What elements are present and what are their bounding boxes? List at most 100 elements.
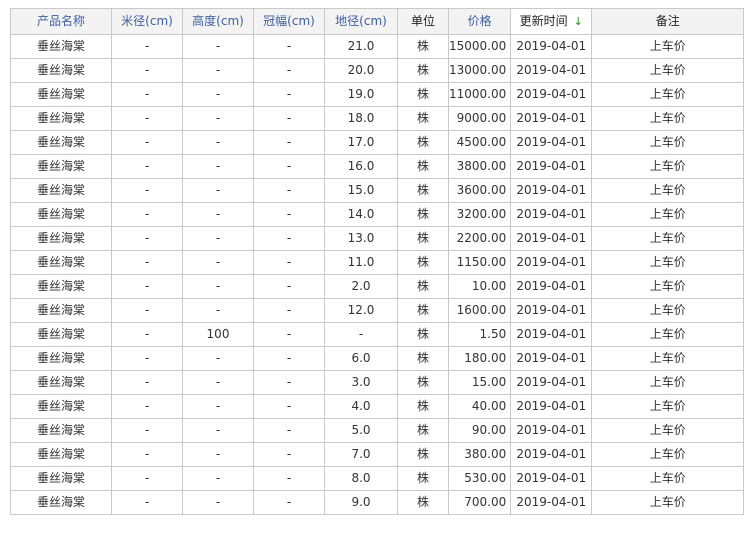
table-body: 垂丝海棠 - - -21.0 株 15000.00 2019-04-01 上车价 垂丝海棠 - - -…	[10, 34, 745, 515]
table-row[interactable]: 垂丝海棠 - - -14.0 株 3200.00 2019-04-01 上车价	[10, 202, 745, 227]
header-price[interactable]: 价格	[447, 8, 512, 35]
cell-remarks: 上车价	[591, 130, 745, 155]
cell-meter-diameter: -	[111, 370, 183, 395]
cell-unit: 株	[397, 274, 449, 299]
header-ground-diameter[interactable]: 地径(cm)	[324, 8, 398, 35]
cell-crown-width: -	[253, 346, 325, 371]
cell-ground-diameter: 16.0	[324, 154, 398, 179]
cell-meter-diameter: -	[111, 274, 183, 299]
cell-ground-diameter: 6.0	[324, 346, 398, 371]
cell-crown-width: -	[253, 106, 325, 131]
price-table-container: 产品名称 米径(cm) 高度(cm) 冠幅(cm) 地径(cm) 单位 价格 更…	[10, 8, 745, 515]
cell-update-time: 2019-04-01	[510, 490, 593, 515]
cell-product-name: 垂丝海棠	[10, 298, 112, 323]
header-meter-diameter[interactable]: 米径(cm)	[111, 8, 183, 35]
cell-ground-diameter: -	[324, 322, 398, 347]
cell-unit: 株	[397, 202, 449, 227]
cell-unit: 株	[397, 34, 449, 59]
cell-crown-width: -	[253, 418, 325, 443]
cell-remarks: 上车价	[591, 106, 745, 131]
cell-remarks: 上车价	[591, 442, 745, 467]
table-row[interactable]: 垂丝海棠 - - -15.0 株 3600.00 2019-04-01 上车价	[10, 178, 745, 203]
table-row[interactable]: 垂丝海棠 - - -2.0 株 10.00 2019-04-01 上车价	[10, 274, 745, 299]
cell-update-time: 2019-04-01	[510, 274, 593, 299]
cell-price: 4500.00	[447, 130, 512, 155]
cell-unit: 株	[397, 466, 449, 491]
cell-height: -	[182, 106, 254, 131]
table-row[interactable]: 垂丝海棠 - - -20.0 株 13000.00 2019-04-01 上车价	[10, 58, 745, 83]
cell-price: 2200.00	[447, 226, 512, 251]
table-row[interactable]: 垂丝海棠 - - -17.0 株 4500.00 2019-04-01 上车价	[10, 130, 745, 155]
cell-product-name: 垂丝海棠	[10, 154, 112, 179]
cell-product-name: 垂丝海棠	[10, 58, 112, 83]
cell-crown-width: -	[253, 34, 325, 59]
cell-update-time: 2019-04-01	[510, 418, 593, 443]
cell-meter-diameter: -	[111, 154, 183, 179]
cell-price: 530.00	[447, 466, 512, 491]
cell-unit: 株	[397, 394, 449, 419]
table-row[interactable]: 垂丝海棠 - - -3.0 株 15.00 2019-04-01 上车价	[10, 370, 745, 395]
table-row[interactable]: 垂丝海棠 - - -4.0 株 40.00 2019-04-01 上车价	[10, 394, 745, 419]
cell-crown-width: -	[253, 58, 325, 83]
cell-meter-diameter: -	[111, 418, 183, 443]
cell-crown-width: -	[253, 442, 325, 467]
header-update-time[interactable]: 更新时间 ↓	[510, 8, 593, 35]
cell-update-time: 2019-04-01	[510, 346, 593, 371]
table-row[interactable]: 垂丝海棠 -100- - 株 1.50 2019-04-01 上车价	[10, 322, 745, 347]
cell-remarks: 上车价	[591, 58, 745, 83]
cell-update-time: 2019-04-01	[510, 370, 593, 395]
cell-unit: 株	[397, 370, 449, 395]
cell-crown-width: -	[253, 202, 325, 227]
cell-ground-diameter: 5.0	[324, 418, 398, 443]
table-row[interactable]: 垂丝海棠 - - -9.0 株 700.00 2019-04-01 上车价	[10, 490, 745, 515]
cell-height: -	[182, 34, 254, 59]
cell-remarks: 上车价	[591, 466, 745, 491]
cell-crown-width: -	[253, 226, 325, 251]
cell-product-name: 垂丝海棠	[10, 130, 112, 155]
table-row[interactable]: 垂丝海棠 - - -6.0 株 180.00 2019-04-01 上车价	[10, 346, 745, 371]
cell-ground-diameter: 14.0	[324, 202, 398, 227]
table-row[interactable]: 垂丝海棠 - - -5.0 株 90.00 2019-04-01 上车价	[10, 418, 745, 443]
sort-down-arrow-icon: ↓	[573, 15, 583, 28]
cell-crown-width: -	[253, 490, 325, 515]
cell-price: 15000.00	[447, 34, 512, 59]
cell-update-time: 2019-04-01	[510, 202, 593, 227]
cell-height: -	[182, 346, 254, 371]
cell-ground-diameter: 18.0	[324, 106, 398, 131]
table-row[interactable]: 垂丝海棠 - - -11.0 株 1150.00 2019-04-01 上车价	[10, 250, 745, 275]
cell-height: -	[182, 154, 254, 179]
header-update-time-label: 更新时间	[519, 14, 568, 28]
cell-unit: 株	[397, 58, 449, 83]
cell-unit: 株	[397, 298, 449, 323]
cell-price: 1.50	[447, 322, 512, 347]
header-crown-width[interactable]: 冠幅(cm)	[253, 8, 325, 35]
cell-price: 380.00	[447, 442, 512, 467]
table-row[interactable]: 垂丝海棠 - - -18.0 株 9000.00 2019-04-01 上车价	[10, 106, 745, 131]
header-height[interactable]: 高度(cm)	[182, 8, 254, 35]
cell-price: 10.00	[447, 274, 512, 299]
cell-crown-width: -	[253, 154, 325, 179]
cell-update-time: 2019-04-01	[510, 106, 593, 131]
table-row[interactable]: 垂丝海棠 - - -19.0 株 11000.00 2019-04-01 上车价	[10, 82, 745, 107]
cell-product-name: 垂丝海棠	[10, 82, 112, 107]
cell-meter-diameter: -	[111, 82, 183, 107]
cell-ground-diameter: 3.0	[324, 370, 398, 395]
cell-remarks: 上车价	[591, 298, 745, 323]
cell-ground-diameter: 13.0	[324, 226, 398, 251]
cell-ground-diameter: 20.0	[324, 58, 398, 83]
table-row[interactable]: 垂丝海棠 - - -13.0 株 2200.00 2019-04-01 上车价	[10, 226, 745, 251]
cell-height: -	[182, 418, 254, 443]
cell-meter-diameter: -	[111, 178, 183, 203]
cell-product-name: 垂丝海棠	[10, 418, 112, 443]
cell-update-time: 2019-04-01	[510, 82, 593, 107]
table-row[interactable]: 垂丝海棠 - - -12.0 株 1600.00 2019-04-01 上车价	[10, 298, 745, 323]
cell-ground-diameter: 8.0	[324, 466, 398, 491]
table-row[interactable]: 垂丝海棠 - - -16.0 株 3800.00 2019-04-01 上车价	[10, 154, 745, 179]
table-row[interactable]: 垂丝海棠 - - -21.0 株 15000.00 2019-04-01 上车价	[10, 34, 745, 59]
header-product-name[interactable]: 产品名称	[10, 8, 112, 35]
table-row[interactable]: 垂丝海棠 - - -8.0 株 530.00 2019-04-01 上车价	[10, 466, 745, 491]
cell-remarks: 上车价	[591, 226, 745, 251]
table-row[interactable]: 垂丝海棠 - - -7.0 株 380.00 2019-04-01 上车价	[10, 442, 745, 467]
cell-crown-width: -	[253, 466, 325, 491]
cell-unit: 株	[397, 322, 449, 347]
